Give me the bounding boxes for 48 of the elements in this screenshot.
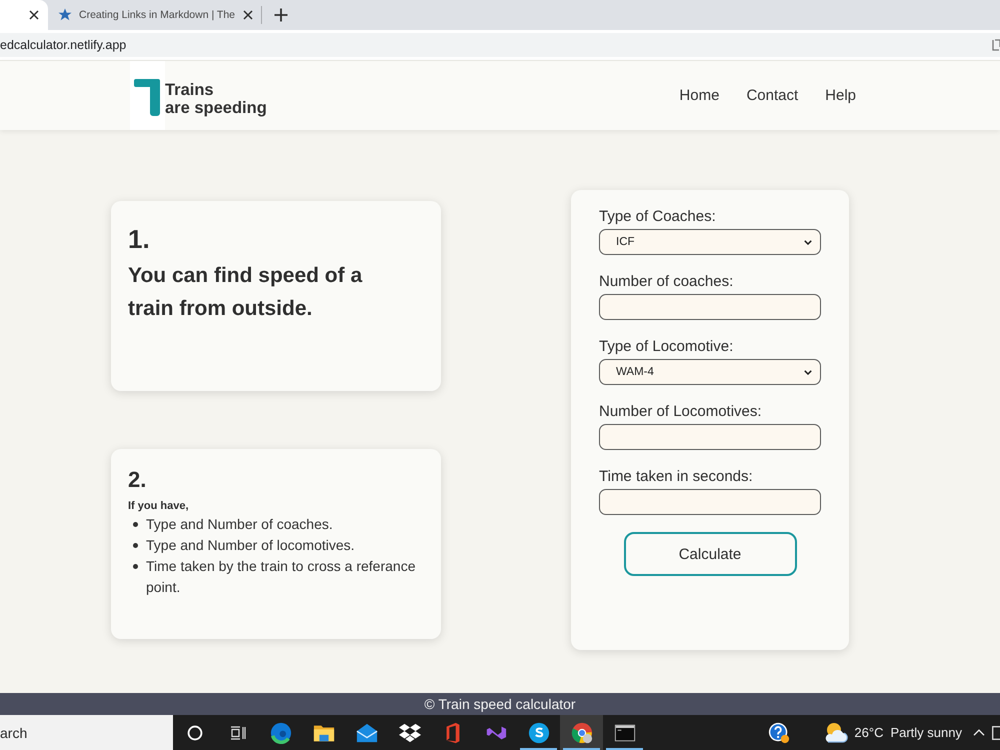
- browser-tab[interactable]: Creating Links in Markdown | The: [50, 0, 262, 30]
- bullet-icon: [133, 543, 138, 548]
- nav-link[interactable]: Home: [679, 87, 720, 104]
- window-stack-icon: [230, 724, 246, 740]
- input-field[interactable]: [599, 424, 821, 450]
- dropdown-field[interactable]: WAM-4: [599, 359, 821, 385]
- field-label: Type of Locomotive:: [599, 337, 734, 357]
- sun-cloud-icon: [823, 722, 850, 744]
- footer-text: © Train speed calculator: [424, 695, 576, 713]
- step-number: 2.: [128, 466, 148, 494]
- input-field[interactable]: [599, 489, 821, 515]
- step-number: 1.: [128, 223, 151, 256]
- field-label: Number of coaches:: [599, 272, 734, 292]
- swirl-icon: [270, 722, 292, 744]
- field-label: Time taken in seconds:: [599, 467, 754, 487]
- chevron-down-icon: [804, 370, 812, 374]
- star-icon: [58, 8, 72, 22]
- window-icon[interactable]: [992, 39, 1000, 51]
- calculate-button[interactable]: Calculate: [624, 532, 796, 576]
- help-icon: [768, 722, 790, 744]
- dropdown-field[interactable]: ICF: [599, 229, 821, 255]
- close-icon[interactable]: [29, 10, 39, 20]
- mail-icon: [356, 722, 378, 744]
- nav-link[interactable]: Contact: [746, 87, 798, 104]
- taskbar-app-button[interactable]: [560, 715, 603, 750]
- step-intro: If you have,: [128, 499, 190, 514]
- field-label: Type of Coaches:: [599, 207, 717, 227]
- wave-circle-icon: [528, 722, 550, 744]
- tray-icon[interactable]: [992, 726, 1000, 740]
- caret-up-icon: [973, 729, 985, 736]
- logo-text: Trains are speeding: [165, 80, 267, 118]
- field-label: Number of Locomotives:: [599, 402, 763, 422]
- list-item-text: Time taken by the train to cross a referance point.: [146, 557, 416, 597]
- search-field[interactable]: arch: [0, 715, 173, 750]
- diamonds-icon: [398, 722, 420, 744]
- bullet-icon: [133, 522, 138, 527]
- plus-icon[interactable]: [274, 8, 288, 22]
- circle-segments-icon: [570, 722, 592, 744]
- input-field[interactable]: [599, 294, 821, 320]
- step-title: You can find speed of a train from outside.: [128, 263, 364, 322]
- list-item-text: Type and Number of locomotives.: [146, 536, 356, 555]
- list-item-text: Type and Number of coaches.: [146, 515, 334, 534]
- weather-button[interactable]: 26°C Partly sunny: [819, 715, 968, 750]
- address-bar[interactable]: edcalculator.netlify.app: [0, 33, 1000, 57]
- close-icon[interactable]: [243, 10, 254, 20]
- nav-link[interactable]: Help: [825, 87, 856, 104]
- bullet-icon: [133, 564, 138, 569]
- chevron-down-icon: [804, 240, 812, 244]
